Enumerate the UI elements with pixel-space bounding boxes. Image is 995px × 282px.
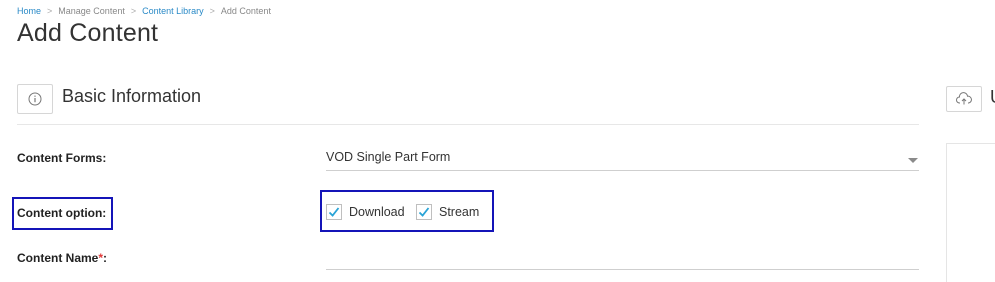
page-title: Add Content — [17, 19, 159, 47]
upload-section-title: U — [990, 87, 995, 108]
upload-section-button[interactable] — [946, 86, 982, 112]
right-panel-border — [946, 143, 947, 282]
content-option-label: Content option: — [17, 206, 107, 220]
download-option[interactable]: Download — [326, 204, 405, 220]
breadcrumb-separator: > — [130, 6, 137, 16]
content-name-label-text: Content Name — [17, 251, 99, 265]
breadcrumb: Home > Manage Content > Content Library > Add … — [17, 6, 271, 16]
content-forms-value: VOD Single Part Form — [326, 150, 451, 164]
breadcrumb-home[interactable]: Home — [17, 6, 41, 16]
right-panel-border-top — [946, 143, 995, 144]
stream-checkbox[interactable] — [416, 204, 432, 220]
stream-option[interactable]: Stream — [416, 204, 479, 220]
section-title: Basic Information — [62, 86, 202, 106]
stream-label: Stream — [439, 205, 480, 219]
section-info-button[interactable] — [17, 84, 53, 114]
content-name-label: Content Name*: — [17, 251, 107, 265]
checkmark-icon — [328, 207, 340, 217]
content-name-label-suffix: : — [103, 251, 108, 265]
checkmark-icon — [418, 207, 430, 217]
breadcrumb-current: Add Content — [220, 6, 271, 16]
chevron-down-icon — [908, 158, 918, 163]
content-name-input[interactable] — [326, 246, 919, 270]
download-label: Download — [349, 205, 405, 219]
breadcrumb-separator: > — [209, 6, 215, 16]
breadcrumb-content-library[interactable]: Content Library — [142, 6, 204, 16]
section-divider — [17, 124, 919, 125]
breadcrumb-manage-content[interactable]: Manage Content — [58, 6, 125, 16]
content-forms-select[interactable]: VOD Single Part Form — [326, 146, 919, 171]
cloud-upload-icon — [956, 92, 972, 105]
breadcrumb-separator: > — [47, 6, 53, 16]
download-checkbox[interactable] — [326, 204, 342, 220]
content-forms-label: Content Forms: — [17, 151, 107, 165]
info-circle-icon — [28, 92, 42, 106]
